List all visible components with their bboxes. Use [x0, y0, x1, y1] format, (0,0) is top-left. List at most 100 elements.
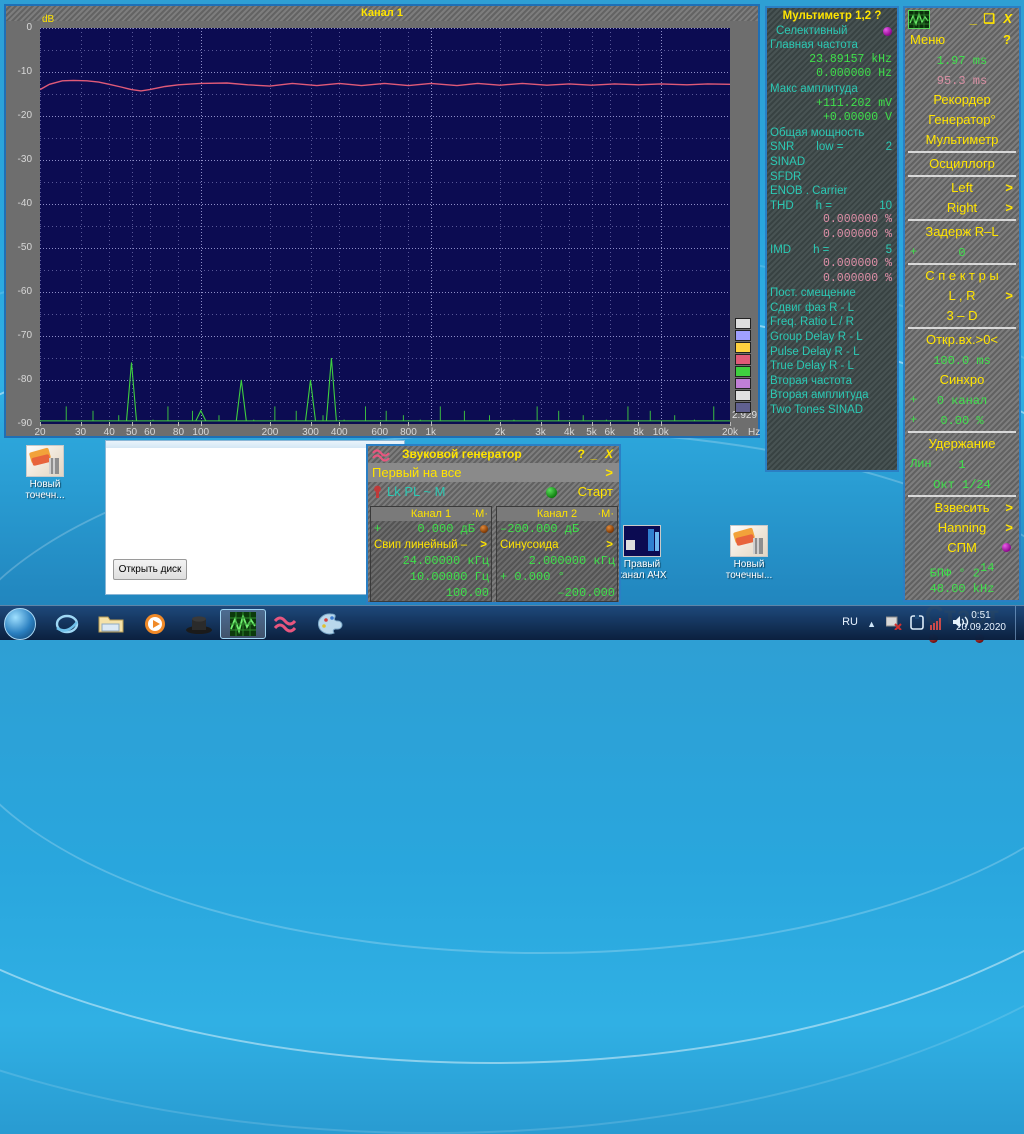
- chevron-right-icon[interactable]: >: [1005, 198, 1013, 218]
- multimeter-row[interactable]: Вторая частота: [770, 374, 894, 389]
- generator-titlebar[interactable]: Звуковой генератор ? _ X: [368, 446, 619, 463]
- multimeter-row[interactable]: Two Tones SINAD: [770, 403, 894, 418]
- lk-pl-label[interactable]: Lk PL ~ M: [387, 482, 445, 501]
- multimeter-row[interactable]: 0.000000 %: [770, 228, 894, 243]
- generator-close-button[interactable]: X: [605, 446, 613, 463]
- multimeter-row[interactable]: 0.000000 %: [770, 257, 894, 272]
- legend-swatch[interactable]: [735, 402, 751, 413]
- multimeter-row[interactable]: +0.00000 V: [770, 111, 894, 126]
- legend-swatch[interactable]: [735, 366, 751, 377]
- legend-swatch[interactable]: [735, 354, 751, 365]
- multimeter-row[interactable]: Макс амплитуда: [770, 82, 894, 97]
- maximize-button[interactable]: ❑: [983, 8, 995, 30]
- multimeter-row[interactable]: 0.000000 Hz: [770, 67, 894, 82]
- close-button[interactable]: X: [1003, 8, 1012, 30]
- generator-minimize-button[interactable]: _: [590, 446, 597, 463]
- chevron-right-icon[interactable]: >: [1005, 498, 1013, 518]
- tool-panel-item[interactable]: Генератор°: [905, 110, 1019, 130]
- volume-bars-icon[interactable]: [930, 615, 946, 633]
- open-disk-button[interactable]: Открыть диск: [113, 559, 187, 580]
- multimeter-row[interactable]: IMDh =5: [770, 243, 894, 258]
- spectrum-plot-area[interactable]: [40, 28, 730, 424]
- tool-panel-item[interactable]: СПМ: [905, 538, 1019, 558]
- multimeter-row[interactable]: Вторая амплитуда: [770, 388, 894, 403]
- tool-panel-item[interactable]: Лин1: [905, 454, 1019, 474]
- multimeter-row[interactable]: Общая мощность: [770, 126, 894, 141]
- tool-panel-item[interactable]: +0: [905, 242, 1019, 262]
- taskbar-button-wizard-app[interactable]: [176, 609, 222, 639]
- tool-panel-item[interactable]: Задерж R–L: [905, 222, 1019, 242]
- generator-start-button[interactable]: Старт: [578, 482, 613, 501]
- multimeter-row[interactable]: SNRlow =2: [770, 140, 894, 155]
- clock[interactable]: 0:51 20.09.2020: [956, 610, 1006, 634]
- taskbar-button-file-explorer[interactable]: [88, 609, 134, 639]
- channel-1-amplitude[interactable]: + 0.000 дБ: [371, 521, 491, 537]
- multimeter-row[interactable]: 23.89157 kHz: [770, 53, 894, 68]
- spm-led-icon[interactable]: [1002, 543, 1011, 552]
- tool-panel-item[interactable]: Left>: [905, 178, 1019, 198]
- tool-panel-item[interactable]: Удержание: [905, 434, 1019, 454]
- channel-1-frequency[interactable]: 24.00000 кГц: [371, 553, 491, 569]
- tool-panel-item[interactable]: Мультиметр: [905, 130, 1019, 150]
- show-desktop-button[interactable]: [1015, 606, 1024, 640]
- lock-icon[interactable]: [372, 484, 383, 497]
- multimeter-row-count[interactable]: 2: [886, 140, 892, 155]
- multimeter-row[interactable]: Freq. Ratio L / R: [770, 315, 894, 330]
- generator-channel-1[interactable]: Канал 1 ·M· + 0.000 дБ Свип линейный – >…: [370, 506, 492, 602]
- taskbar-button-spectrum-analyzer-app[interactable]: [220, 609, 266, 639]
- tool-panel-titlebar[interactable]: _ ❑ X: [905, 8, 1019, 30]
- action-center-icon[interactable]: [910, 615, 924, 633]
- multimeter-row[interactable]: Сдвиг фаз R - L: [770, 301, 894, 316]
- legend-color-swatches[interactable]: [735, 318, 751, 414]
- taskbar-button-paint-app[interactable]: [308, 609, 354, 639]
- menu-button[interactable]: Меню: [910, 30, 945, 50]
- channel-2-amplitude[interactable]: –200.000 дБ: [497, 521, 617, 537]
- tool-panel-item-list[interactable]: РекордерГенератор°МультиметрОсциллогрLef…: [905, 90, 1019, 598]
- multimeter-row[interactable]: SINAD: [770, 155, 894, 170]
- channel-2-level[interactable]: –200.000: [497, 585, 617, 601]
- chevron-right-icon[interactable]: >: [606, 537, 613, 553]
- multimeter-mode-row[interactable]: Селективный: [770, 24, 894, 39]
- multimeter-row[interactable]: Pulse Delay R - L: [770, 345, 894, 360]
- channel-2-mode[interactable]: Синусоида >: [497, 537, 617, 553]
- generator-first-to-all-row[interactable]: Первый на все >: [368, 463, 619, 482]
- minimize-button[interactable]: _: [970, 8, 977, 30]
- tool-panel-item[interactable]: Откр.вх.>0<: [905, 330, 1019, 350]
- tool-panel-item[interactable]: Взвесить>: [905, 498, 1019, 518]
- taskbar-button-internet-explorer[interactable]: [44, 609, 90, 639]
- generator-help-button[interactable]: ?: [578, 446, 585, 463]
- multimeter-row-count[interactable]: 10: [879, 199, 892, 214]
- legend-swatch[interactable]: [735, 390, 751, 401]
- channel-2-frequency[interactable]: 2.000000 кГц: [497, 553, 617, 569]
- tool-panel-item[interactable]: Рекордер: [905, 90, 1019, 110]
- sound-generator-window[interactable]: Звуковой генератор ? _ X Первый на все >…: [366, 444, 621, 604]
- tool-panel-item[interactable]: +0.00 %: [905, 410, 1019, 430]
- multimeter-row[interactable]: +111.202 mV: [770, 97, 894, 112]
- tool-panel-item[interactable]: 48.00 kHz: [905, 578, 1019, 598]
- legend-swatch[interactable]: [735, 318, 751, 329]
- tool-panel-item[interactable]: Окт 1/24: [905, 474, 1019, 494]
- language-indicator[interactable]: RU: [842, 616, 858, 628]
- multimeter-row[interactable]: ENOB . Carrier: [770, 184, 894, 199]
- spectrum-analyzer-window[interactable]: Канал 1 dB 0-10-20-30-40-50-60-70-80-90 …: [4, 4, 760, 438]
- show-hidden-icons-chevron-up-icon[interactable]: ▲: [867, 619, 876, 629]
- tool-panel-item[interactable]: Hanning>: [905, 518, 1019, 538]
- desktop-icon-new-bitmap-left[interactable]: Новый точечн...: [8, 445, 82, 501]
- selective-mode-led[interactable]: [883, 27, 892, 36]
- legend-swatch[interactable]: [735, 330, 751, 341]
- tool-panel-item[interactable]: +0 канал: [905, 390, 1019, 410]
- tool-panel-menu-row[interactable]: Меню ?: [905, 30, 1019, 50]
- chevron-right-icon[interactable]: >: [1005, 286, 1013, 306]
- chevron-right-icon[interactable]: >: [605, 463, 613, 482]
- channel-2-phase[interactable]: + 0.000 °: [497, 569, 617, 585]
- multimeter-row[interactable]: Group Delay R - L: [770, 330, 894, 345]
- multimeter-row[interactable]: 0.000000 %: [770, 213, 894, 228]
- generator-lock-row[interactable]: Lk PL ~ M Старт: [368, 482, 619, 501]
- desktop-icon-new-bitmap-right[interactable]: Новый точечны...: [712, 525, 786, 581]
- chevron-right-icon[interactable]: >: [1005, 518, 1013, 538]
- tool-panel-item[interactable]: L , R>: [905, 286, 1019, 306]
- help-button[interactable]: ?: [1003, 30, 1011, 50]
- tool-panel-item[interactable]: 3 – D: [905, 306, 1019, 326]
- multimeter-row-count[interactable]: 5: [886, 243, 892, 258]
- multimeter-measurement-list[interactable]: Главная частота23.89157 kHz0.000000 HzМа…: [770, 38, 894, 417]
